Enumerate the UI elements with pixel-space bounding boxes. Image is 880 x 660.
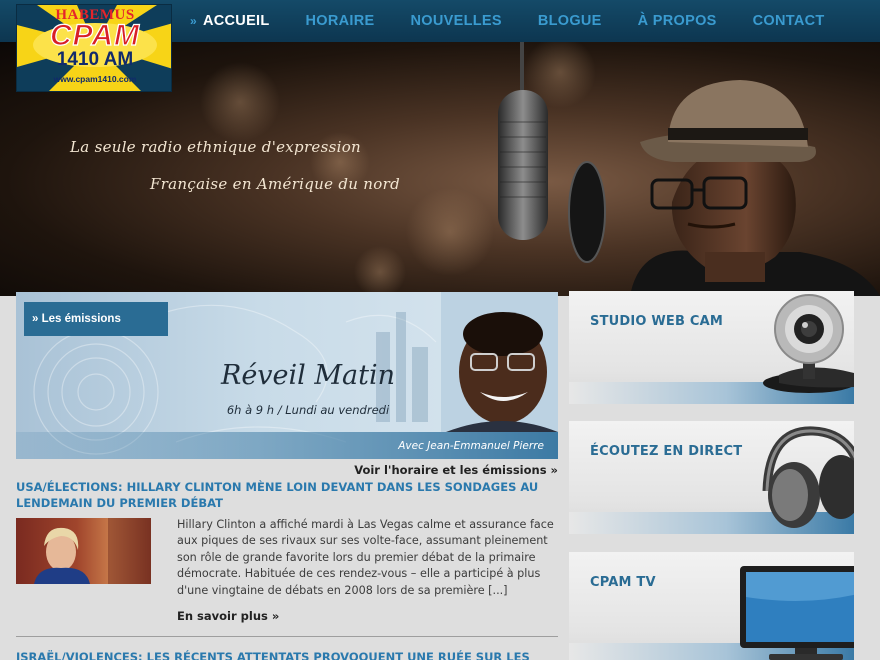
nav-item-label: ACCUEIL [202, 13, 270, 29]
read-more-link[interactable]: En savoir plus » [177, 609, 279, 623]
thumbnail-photo [34, 518, 151, 584]
widget-listen-live[interactable]: ÉCOUTEZ EN DIRECT [569, 421, 854, 534]
site-logo[interactable]: HABEMUS CPAM 1410 AM www.cpam1410.com [16, 4, 172, 92]
active-marker: » [190, 14, 197, 28]
article-thumbnail[interactable] [16, 518, 151, 584]
webcam-icon [763, 294, 854, 393]
nav-item-accueil[interactable]: » ACCUEIL [190, 13, 270, 29]
logo-frequency: 1410 AM [56, 49, 134, 70]
nav-item-horaire[interactable]: HORAIRE [306, 13, 375, 29]
hero-tagline-line1: La seule radio ethnique d'expression [70, 138, 361, 156]
nav-item-contact[interactable]: CONTACT [753, 13, 825, 29]
show-feature-banner[interactable]: » Les émissions Réveil Matin 6h à 9 h / … [16, 292, 558, 459]
article-excerpt: Hillary Clinton a affiché mardi à Las Ve… [177, 518, 554, 597]
nav-item-a-propos[interactable]: À PROPOS [638, 13, 717, 29]
show-host: Avec Jean-Emmanuel Pierre [398, 440, 544, 452]
schedule-link[interactable]: Voir l'horaire et les émissions » [16, 463, 558, 477]
tv-icon [740, 566, 854, 660]
logo-main-text: CPAM [49, 18, 141, 52]
headphones-icon [762, 426, 854, 528]
nav-item-blogue[interactable]: BLOGUE [538, 13, 602, 29]
article-divider [16, 636, 558, 637]
show-hours: 6h à 9 h / Lundi au vendredi [226, 403, 390, 417]
logo-url: www.cpam1410.com [53, 74, 137, 84]
article-headline[interactable]: USA/ÉLECTIONS: HILLARY CLINTON MÈNE LOIN… [16, 479, 561, 511]
nav-item-nouvelles[interactable]: NOUVELLES [411, 13, 502, 29]
hero-tagline-line2: Française en Amérique du nord [150, 175, 400, 193]
article-headline[interactable]: ISRAËL/VIOLENCES: LES RÉCENTS ATTENTATS … [16, 649, 561, 660]
show-title: Réveil Matin [220, 360, 395, 391]
main-nav: » ACCUEIL HORAIRE NOUVELLES BLOGUE À PROP… [190, 0, 861, 42]
emissions-tab[interactable]: » Les émissions [24, 302, 168, 336]
widget-studio-webcam[interactable]: STUDIO WEB CAM [569, 291, 854, 404]
widget-cpam-tv[interactable]: CPAM TV [569, 552, 854, 660]
